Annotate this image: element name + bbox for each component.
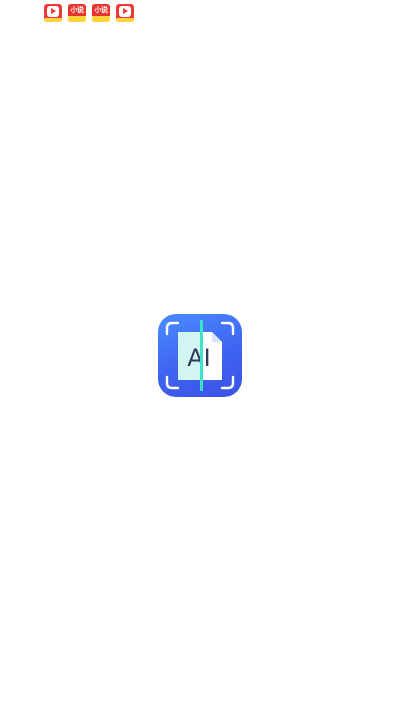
status-bar-notifications: 小说 小说 <box>44 3 134 23</box>
novel-app-label: 小说 <box>68 4 86 16</box>
video-app-notification-icon <box>116 4 134 22</box>
novel-app-notification-icon: 小说 <box>68 4 86 22</box>
play-icon <box>47 6 59 17</box>
video-app-notification-icon <box>44 4 62 22</box>
novel-app-label: 小说 <box>92 4 110 16</box>
play-icon <box>119 6 131 17</box>
ai-document-scan-icon: AI <box>165 320 235 391</box>
logo-text: AI <box>187 344 211 372</box>
app-logo-icon: AI <box>158 314 242 397</box>
novel-app-notification-icon: 小说 <box>92 4 110 22</box>
splash-screen: 小说 小说 AI <box>0 0 400 711</box>
